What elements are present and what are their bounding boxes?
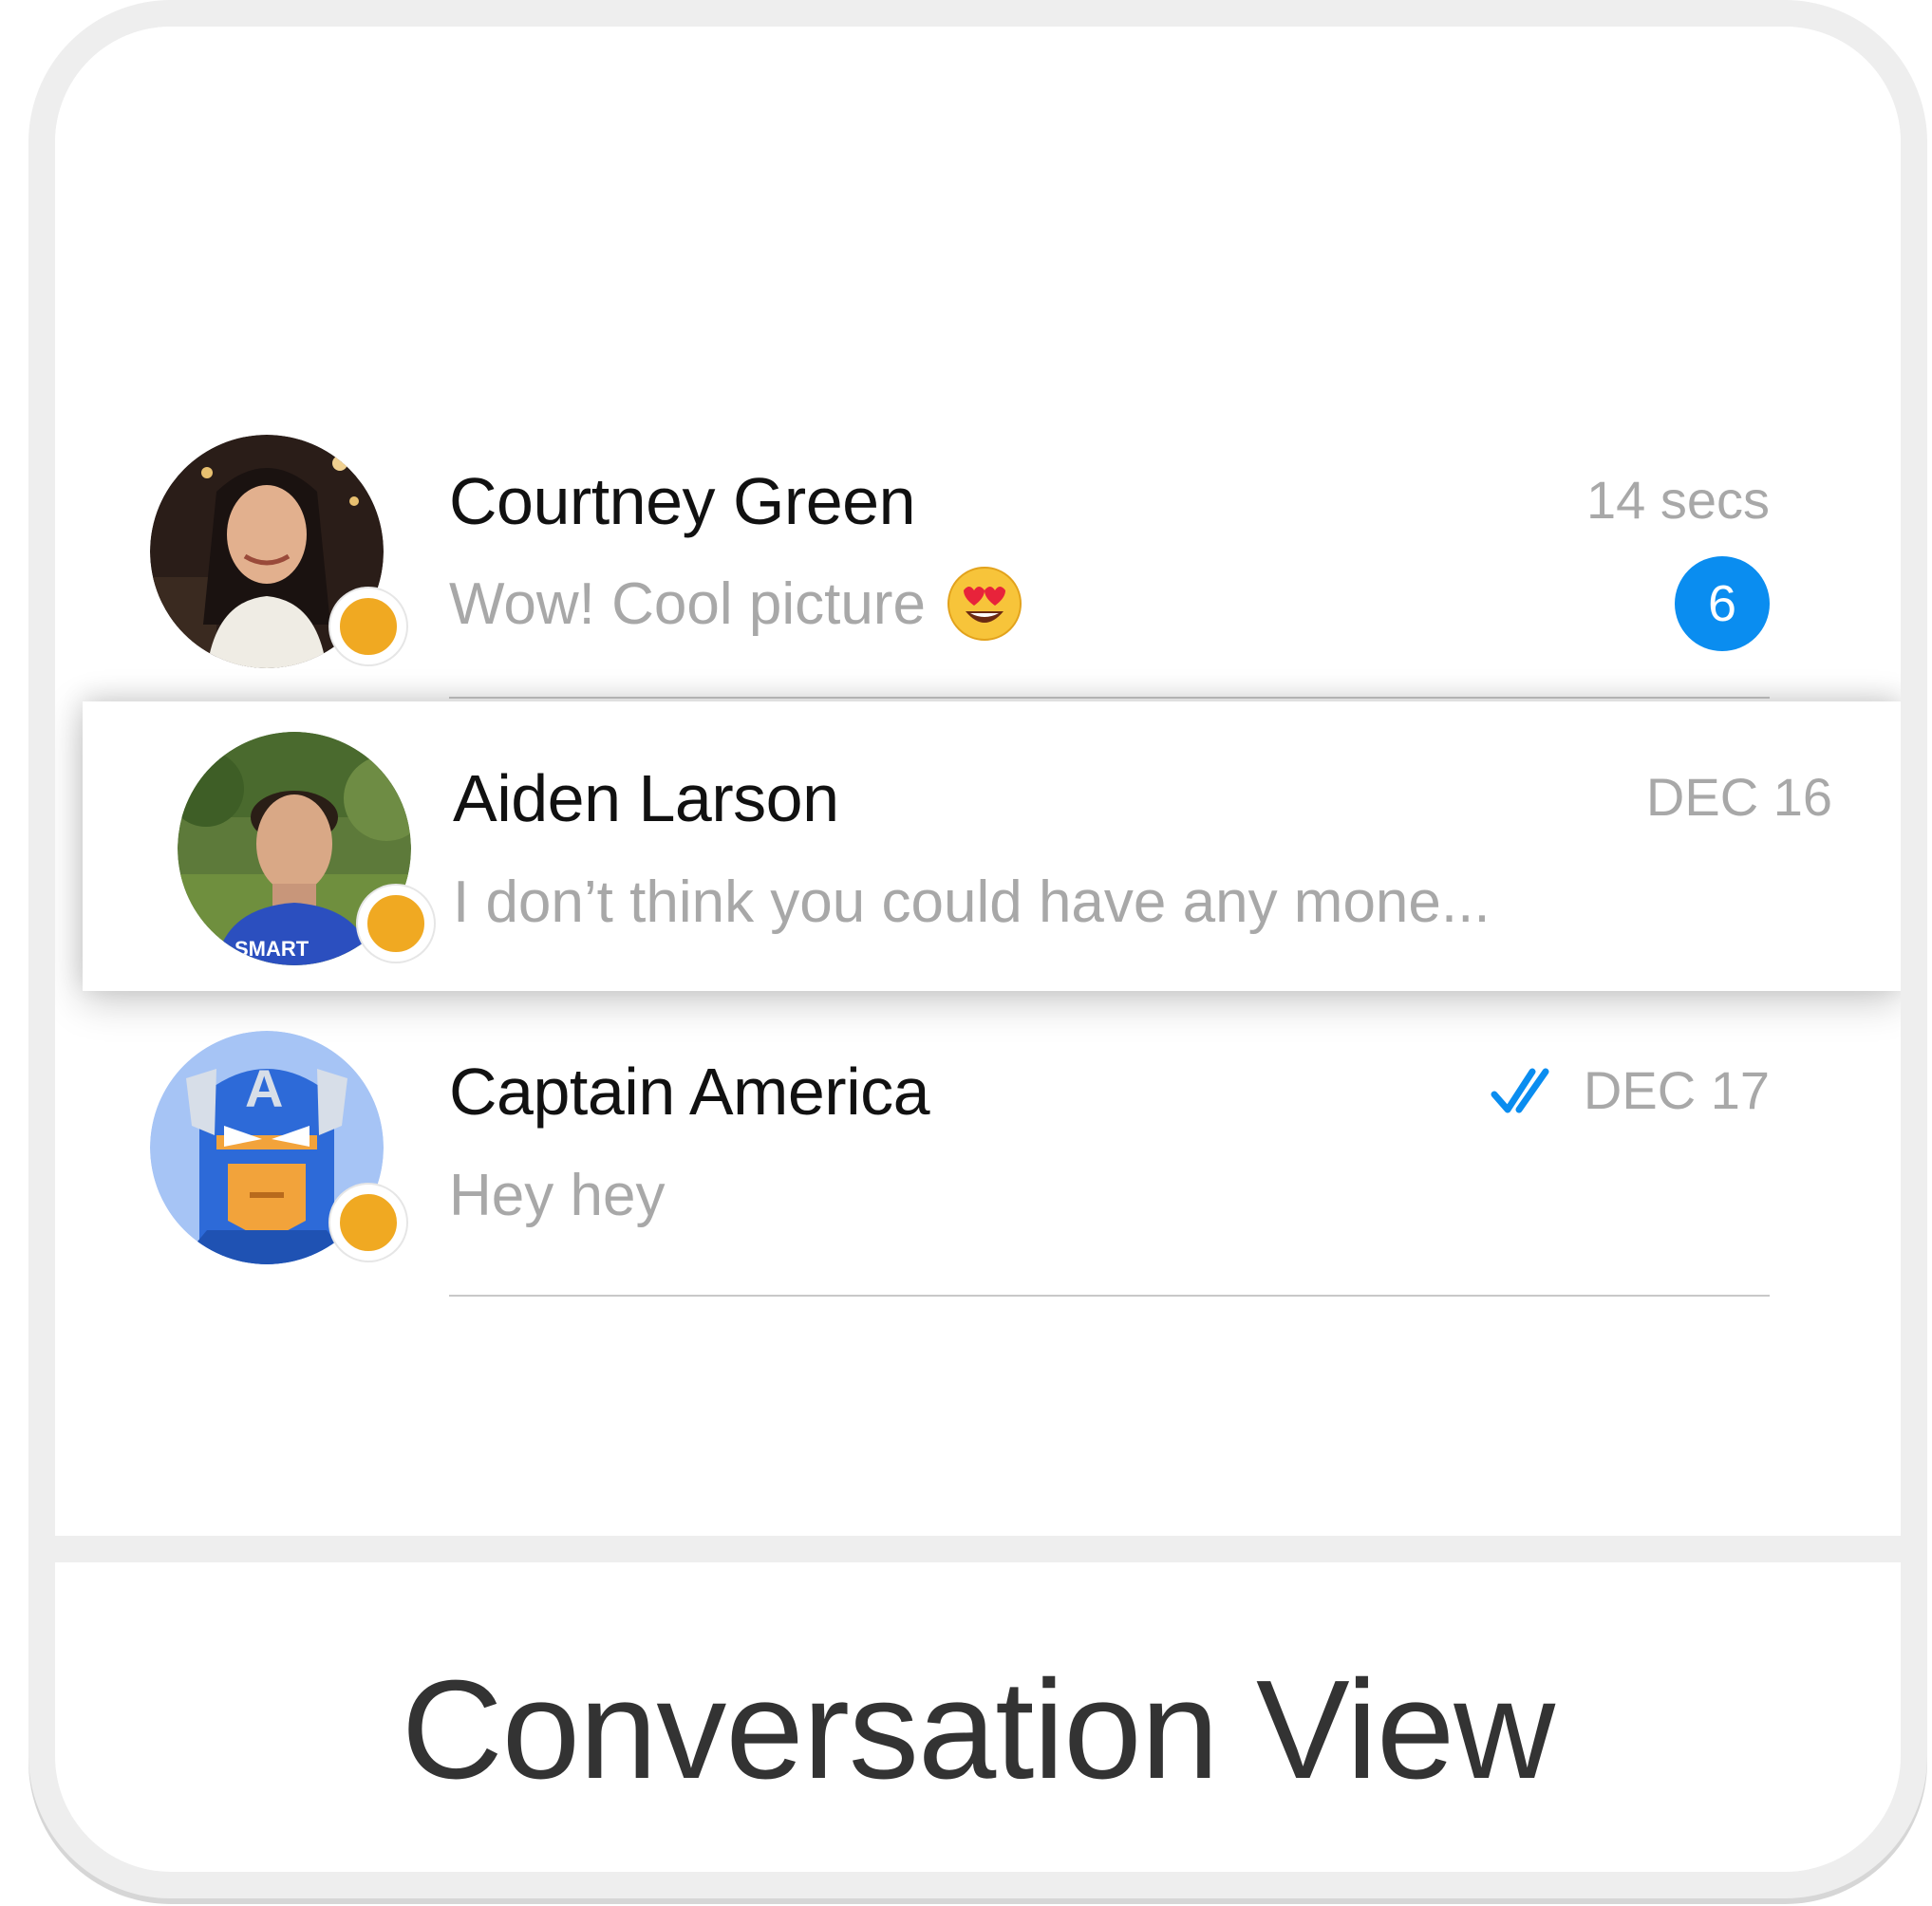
row-divider — [449, 1295, 1770, 1297]
message-preview: Hey hey — [449, 1162, 665, 1229]
contact-name: Aiden Larson — [453, 761, 839, 835]
contact-name: Captain America — [449, 1055, 930, 1129]
avatar[interactable] — [150, 435, 406, 668]
status-away-indicator — [330, 589, 406, 664]
status-away-indicator — [358, 886, 434, 962]
status-away-indicator — [330, 1185, 406, 1261]
unread-count-badge: 6 — [1675, 556, 1770, 651]
caption-title: Conversation View — [401, 1652, 1555, 1808]
double-check-icon — [1491, 1068, 1549, 1112]
message-preview-text: I don’t think you could have any mone... — [453, 869, 1491, 935]
conversation-row-captain-america[interactable]: A Captain America DEC 17 Hey hey — [55, 995, 1901, 1297]
svg-text:SMART: SMART — [234, 937, 309, 961]
row-divider — [449, 697, 1770, 699]
timestamp: DEC 16 — [1645, 767, 1832, 827]
message-preview-text: Hey hey — [449, 1163, 666, 1228]
svg-text:A: A — [245, 1058, 283, 1118]
timestamp: DEC 17 — [1491, 1059, 1770, 1121]
message-preview: Wow! Cool picture — [449, 566, 1022, 642]
timestamp: 14 secs — [1586, 470, 1770, 530]
message-preview-text: Wow! Cool picture — [449, 570, 926, 637]
heart-eyes-emoji-icon — [947, 567, 1022, 641]
conversation-list: Courtney Green 14 secs Wow! Cool picture… — [55, 27, 1901, 1536]
timestamp-text: DEC 17 — [1583, 1060, 1770, 1120]
contact-name: Courtney Green — [449, 464, 916, 538]
conversation-row-aiden-larson[interactable]: SMART Aiden Larson DEC 16 I don’t think … — [83, 701, 1901, 991]
avatar[interactable]: SMART — [178, 732, 434, 965]
message-preview: I don’t think you could have any mone... — [453, 869, 1491, 936]
avatar[interactable]: A — [150, 1031, 406, 1264]
caption-divider — [55, 1536, 1901, 1562]
conversation-view-card: Courtney Green 14 secs Wow! Cool picture… — [28, 0, 1927, 1898]
conversation-row-courtney-green[interactable]: Courtney Green 14 secs Wow! Cool picture… — [55, 406, 1901, 699]
